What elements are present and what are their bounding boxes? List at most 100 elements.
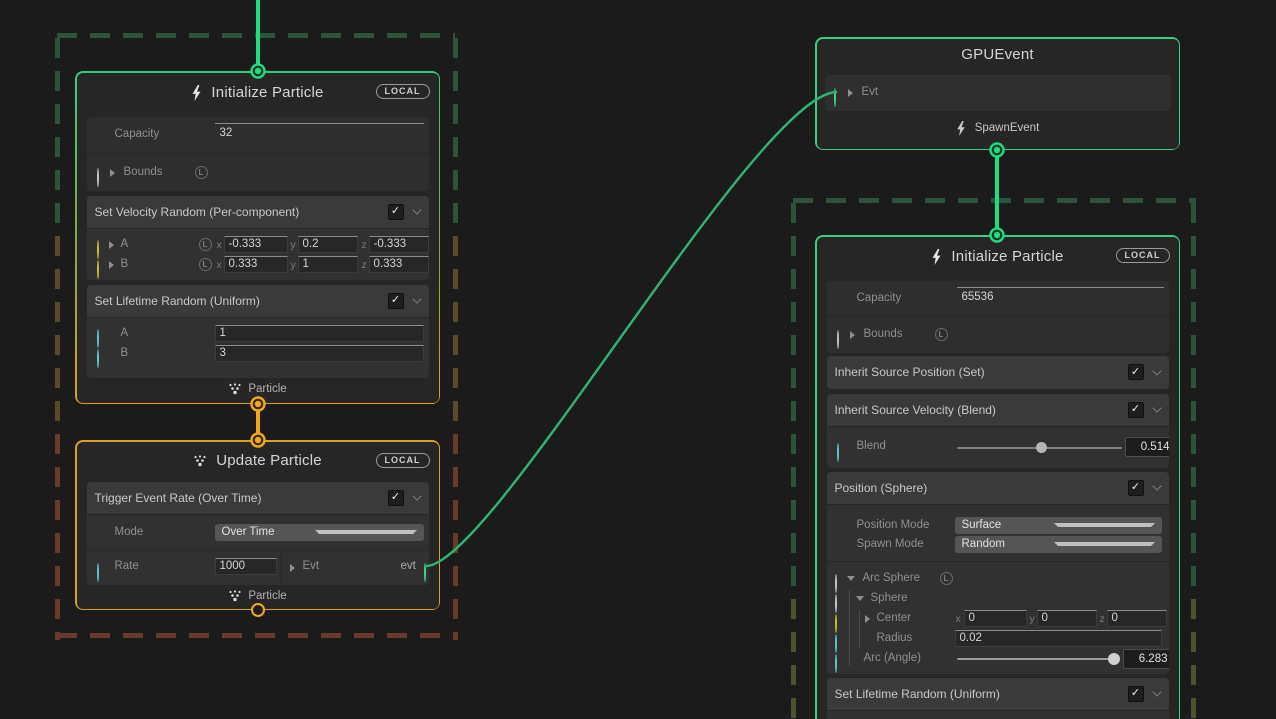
local-space-toggle[interactable]: L [195, 166, 208, 179]
expand-triangle-icon[interactable] [865, 615, 870, 623]
position-mode-dropdown[interactable]: Surface [955, 517, 1162, 534]
context-update-particle[interactable]: Update Particle LOCAL Trigger Event Rate… [75, 440, 440, 610]
block-title: Set Lifetime Random (Uniform) [835, 687, 1128, 701]
block-set-lifetime-random[interactable]: Set Lifetime Random (Uniform) ✓ A 1 B 3 [87, 285, 429, 378]
capacity-field[interactable]: 65536 [957, 287, 1164, 303]
axis-y-label: y [291, 259, 296, 271]
context-header[interactable]: GPUEvent [817, 39, 1179, 71]
blend-port[interactable] [837, 443, 839, 462]
chevron-down-icon[interactable] [412, 294, 421, 303]
node-title: GPUEvent [961, 46, 1033, 63]
context-header[interactable]: Initialize Particle LOCAL [77, 73, 439, 113]
axis-x-label: x [217, 259, 222, 271]
local-space-toggle[interactable]: L [935, 328, 948, 341]
block-title: Position (Sphere) [835, 481, 1128, 495]
block-enabled-checkbox[interactable]: ✓ [388, 490, 404, 506]
blend-slider-handle[interactable] [1036, 442, 1047, 453]
a-y-field[interactable]: 0.2 [298, 236, 358, 253]
block-enabled-checkbox[interactable]: ✓ [1128, 402, 1144, 418]
local-space-toggle[interactable]: L [199, 238, 212, 251]
capacity-label: Capacity [115, 128, 160, 140]
context-gpuevent[interactable]: GPUEvent Evt SpawnEvent [815, 37, 1180, 150]
expand-triangle-icon[interactable] [850, 331, 855, 339]
mode-dropdown[interactable]: Over Time [215, 524, 424, 541]
block-enabled-checkbox[interactable]: ✓ [388, 204, 404, 220]
a-z-field[interactable]: -0.333 [369, 236, 429, 253]
lightning-icon [191, 85, 202, 101]
block-set-lifetime-random[interactable]: Set Lifetime Random (Uniform) ✓ [827, 678, 1169, 719]
chevron-down-icon[interactable] [412, 491, 421, 500]
center-z-field[interactable]: 0 [1107, 610, 1167, 627]
block-title: Set Velocity Random (Per-component) [95, 205, 388, 219]
local-space-toggle[interactable]: L [940, 572, 953, 585]
local-badge: LOCAL [1116, 248, 1170, 263]
a-field[interactable]: 1 [215, 325, 424, 342]
chevron-down-icon[interactable] [1152, 366, 1161, 375]
b-y-field[interactable]: 1 [298, 256, 358, 273]
b-z-field[interactable]: 0.333 [369, 256, 429, 273]
system-border-left-west-olive [55, 236, 60, 434]
chevron-down-icon[interactable] [412, 205, 421, 214]
rate-field[interactable]: 1000 [215, 558, 277, 575]
system-border-left-bottom [57, 633, 455, 638]
blend-value-field[interactable]: 0.514 [1125, 437, 1169, 457]
evt-output-port[interactable] [424, 563, 426, 582]
lightning-icon [931, 249, 942, 265]
arc-port[interactable] [835, 654, 837, 673]
edge-evt-to-gpuevent[interactable] [426, 92, 837, 566]
local-space-toggle[interactable]: L [199, 258, 212, 271]
rate-port[interactable] [97, 563, 99, 582]
context-initialize-particle-left[interactable]: Initialize Particle LOCAL Capacity 32 Bo… [75, 71, 440, 404]
bounds-port[interactable] [97, 168, 99, 187]
dropdown-caret-icon [315, 530, 417, 534]
axis-y-label: y [291, 239, 296, 251]
evt-input-port[interactable] [834, 88, 836, 107]
center-x-field[interactable]: 0 [964, 610, 1027, 627]
block-enabled-checkbox[interactable]: ✓ [388, 293, 404, 309]
block-title: Inherit Source Velocity (Blend) [835, 403, 1128, 417]
center-y-field[interactable]: 0 [1037, 610, 1097, 627]
spawn-mode-dropdown[interactable]: Random [955, 536, 1162, 553]
row-divider [281, 551, 282, 585]
block-enabled-checkbox[interactable]: ✓ [1128, 364, 1144, 380]
arc-slider-handle[interactable] [1108, 653, 1120, 665]
system-border-left-east-olive [453, 236, 458, 434]
lightning-icon [956, 121, 966, 136]
block-enabled-checkbox[interactable]: ✓ [1128, 686, 1144, 702]
axis-x-label: x [217, 239, 222, 251]
context-header[interactable]: Initialize Particle LOCAL [817, 237, 1179, 277]
expand-triangle-icon[interactable] [848, 89, 853, 97]
context-header[interactable]: Update Particle LOCAL [77, 442, 439, 480]
expand-triangle-icon[interactable] [290, 564, 295, 572]
rate-label: Rate [115, 560, 139, 572]
a-x-field[interactable]: -0.333 [224, 236, 288, 253]
block-position-sphere[interactable]: Position (Sphere) ✓ Position Mode Surfac… [827, 472, 1169, 674]
block-enabled-checkbox[interactable]: ✓ [1128, 480, 1144, 496]
collapse-triangle-icon[interactable] [856, 596, 864, 601]
chevron-down-icon[interactable] [1152, 687, 1161, 696]
chevron-down-icon[interactable] [1152, 403, 1161, 412]
collapse-triangle-icon[interactable] [847, 576, 855, 581]
axis-x-label: x [956, 613, 961, 625]
bounds-port[interactable] [837, 330, 839, 349]
expand-triangle-icon[interactable] [110, 169, 115, 177]
block-inherit-source-velocity[interactable]: Inherit Source Velocity (Blend) ✓ Blend … [827, 394, 1169, 468]
port-b[interactable] [97, 349, 99, 368]
settings-panel: Capacity 65536 Bounds L [827, 281, 1169, 353]
context-initialize-particle-right[interactable]: Initialize Particle LOCAL Capacity 65536… [815, 235, 1180, 719]
vfx-graph-canvas[interactable]: Initialize Particle LOCAL Capacity 32 Bo… [0, 0, 1276, 719]
arc-slider-track[interactable] [957, 658, 1114, 660]
chevron-down-icon[interactable] [1152, 481, 1161, 490]
block-set-velocity-random[interactable]: Set Velocity Random (Per-component) ✓ A … [87, 196, 429, 280]
radius-field[interactable]: 0.02 [955, 630, 1162, 647]
b-x-field[interactable]: 0.333 [224, 256, 288, 273]
arc-value-field[interactable]: 6.283 [1123, 649, 1169, 669]
bounds-label: Bounds [864, 328, 903, 340]
block-trigger-event-rate[interactable]: Trigger Event Rate (Over Time) ✓ Mode Ov… [87, 482, 429, 585]
expand-triangle-icon[interactable] [109, 241, 114, 249]
port-b[interactable] [97, 260, 99, 279]
b-field[interactable]: 3 [215, 345, 424, 362]
capacity-field[interactable]: 32 [215, 123, 424, 139]
block-inherit-source-position[interactable]: Inherit Source Position (Set) ✓ [827, 356, 1169, 389]
expand-triangle-icon[interactable] [109, 261, 114, 269]
